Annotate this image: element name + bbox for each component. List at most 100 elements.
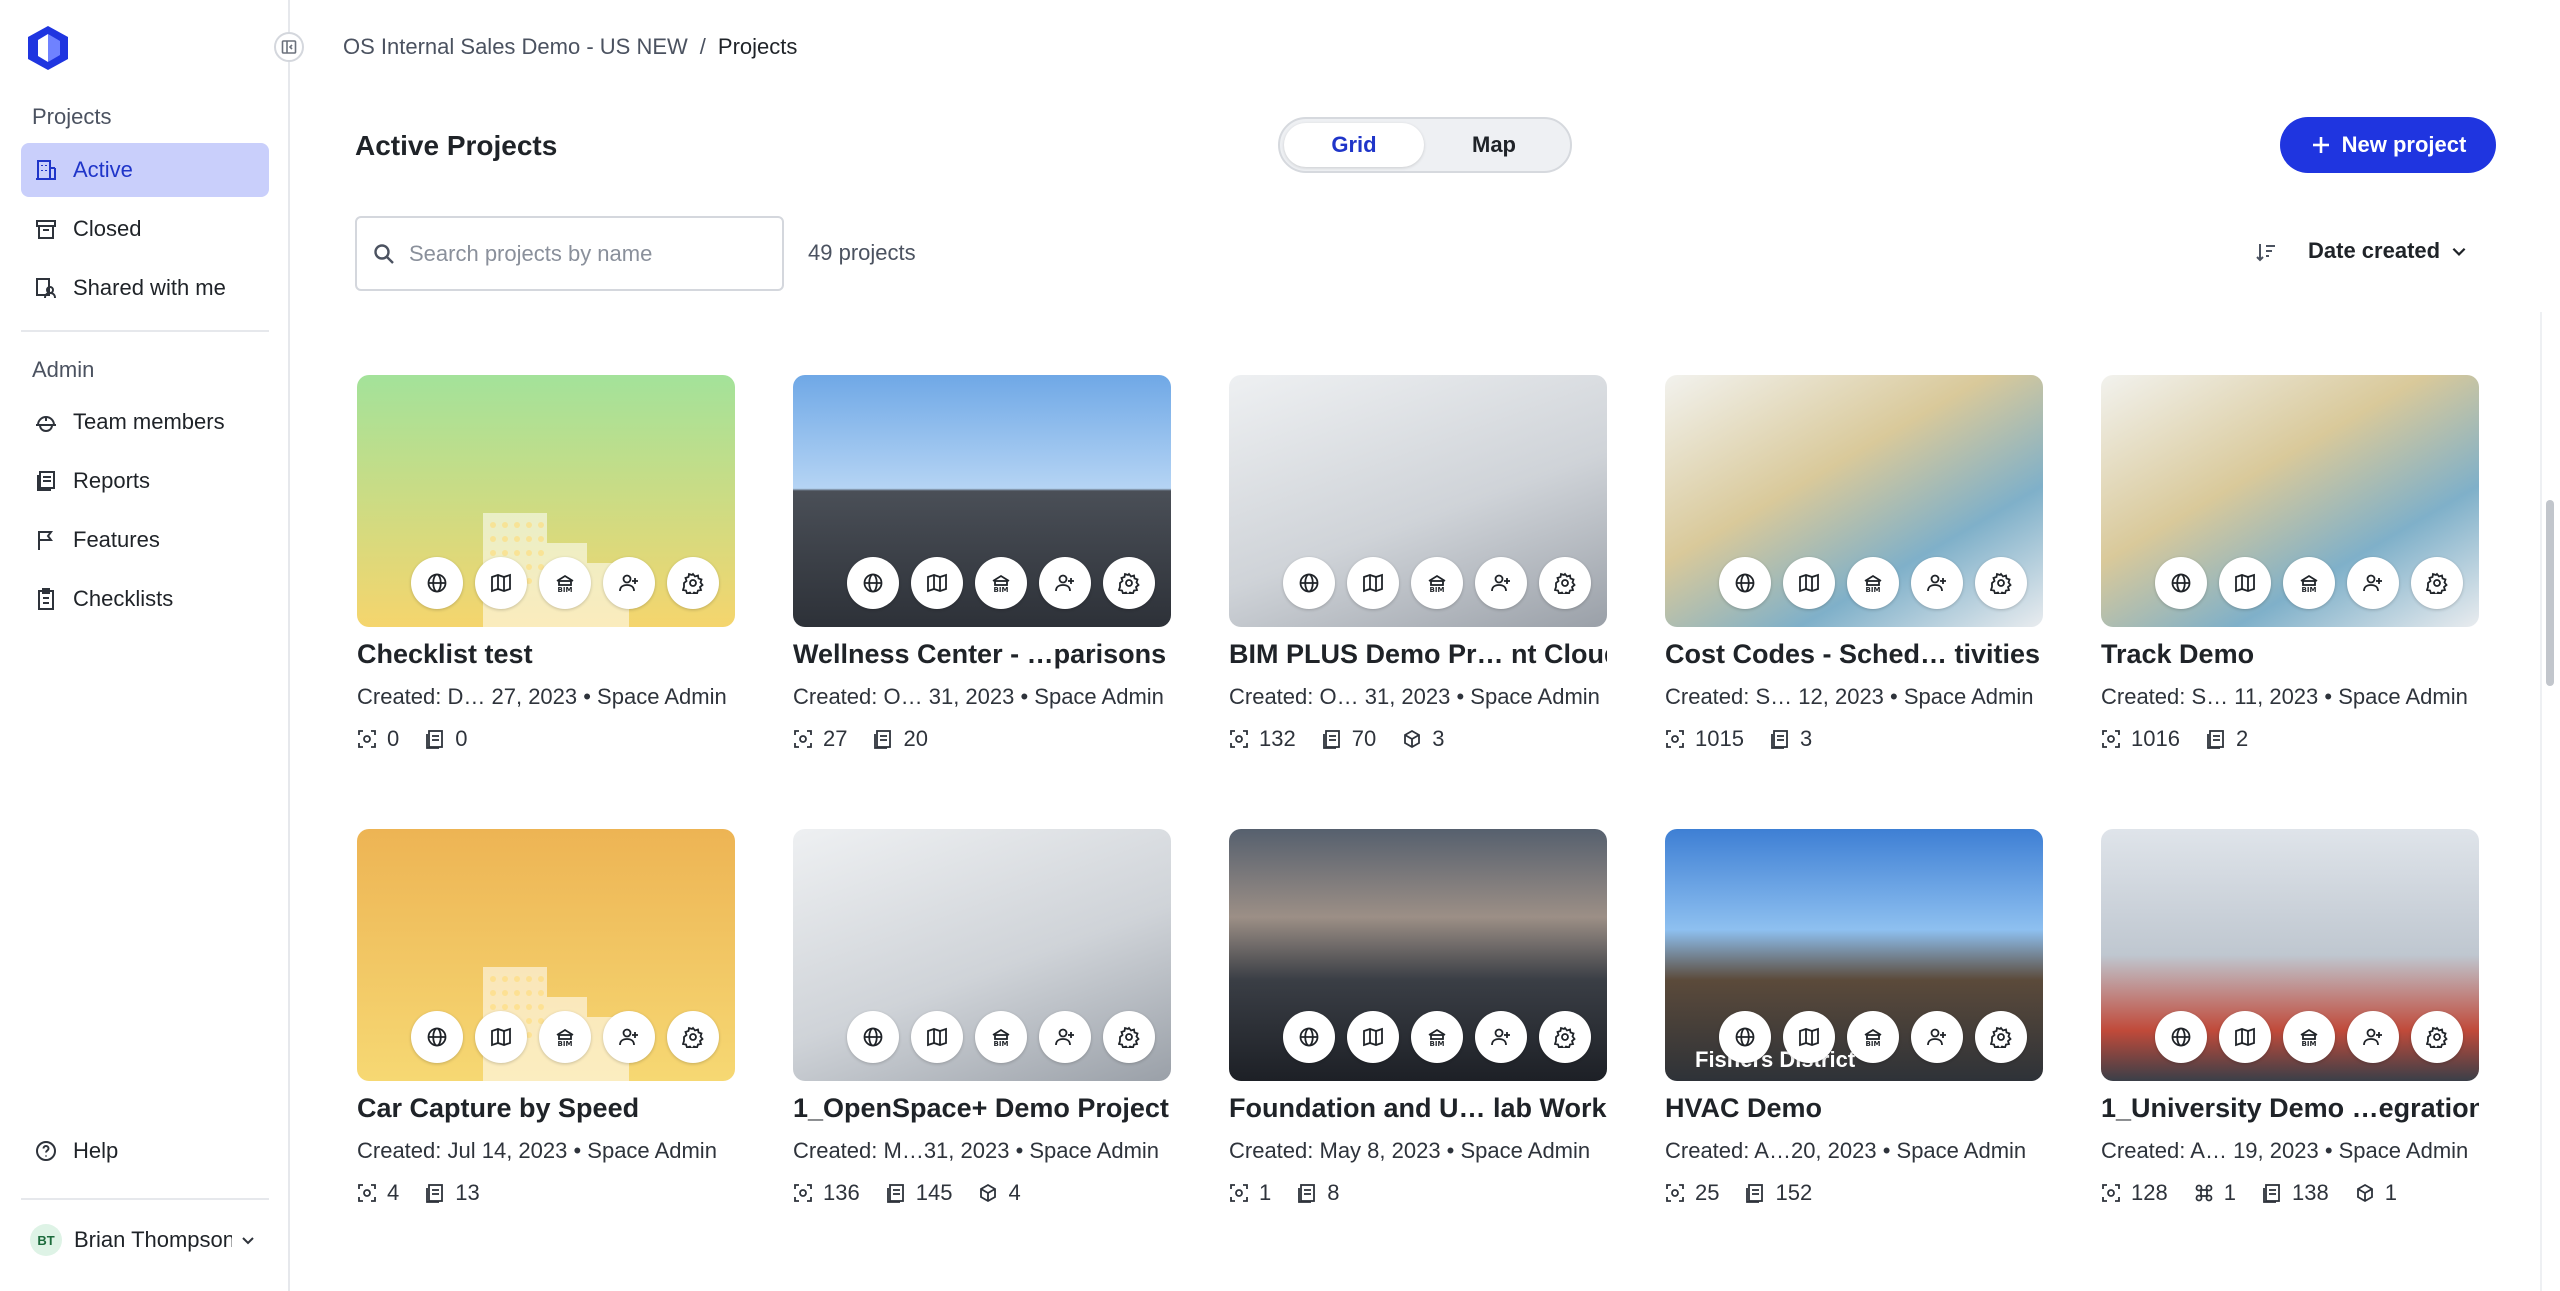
bim-button[interactable]: BIM <box>539 1011 591 1063</box>
add-user-button[interactable] <box>1475 1011 1527 1063</box>
map-button[interactable] <box>911 1011 963 1063</box>
project-thumbnail[interactable]: BIM <box>1229 375 1607 627</box>
settings-button[interactable] <box>1539 557 1591 609</box>
settings-button[interactable] <box>1539 1011 1591 1063</box>
project-title[interactable]: BIM PLUS Demo Pr… nt Cloud <box>1229 639 1607 670</box>
project-thumbnail[interactable]: BIM <box>357 375 735 627</box>
map-button[interactable] <box>2219 557 2271 609</box>
project-thumbnail[interactable]: BIM <box>2101 829 2479 1081</box>
project-thumbnail[interactable]: BIM <box>2101 375 2479 627</box>
sidebar-item-features[interactable]: Features <box>21 513 269 567</box>
project-card[interactable]: BIM 1_University Demo …egration Created: A… <box>2101 829 2479 1206</box>
settings-button[interactable] <box>2411 557 2463 609</box>
globe-button[interactable] <box>2155 1011 2207 1063</box>
project-title[interactable]: Foundation and U… lab Work <box>1229 1093 1607 1124</box>
add-user-button[interactable] <box>1039 557 1091 609</box>
globe-button[interactable] <box>847 1011 899 1063</box>
settings-button[interactable] <box>1103 1011 1155 1063</box>
project-card[interactable]: Fishers District BIM HVAC Demo Created: A…2… <box>1665 829 2043 1206</box>
project-title[interactable]: Wellness Center - …parisons <box>793 639 1171 670</box>
sidebar-item-reports[interactable]: Reports <box>21 454 269 508</box>
settings-button[interactable] <box>1975 557 2027 609</box>
sidebar-item-team-members[interactable]: Team members <box>21 395 269 449</box>
map-button[interactable] <box>1783 557 1835 609</box>
project-title[interactable]: 1_University Demo …egration <box>2101 1093 2479 1124</box>
sidebar-item-checklists[interactable]: Checklists <box>21 572 269 626</box>
bim-button[interactable]: BIM <box>975 557 1027 609</box>
scrollbar-thumb[interactable] <box>2546 500 2554 686</box>
settings-button[interactable] <box>667 1011 719 1063</box>
globe-button[interactable] <box>2155 557 2207 609</box>
project-card[interactable]: BIM Cost Codes - Sched… tivities Created: … <box>1665 375 2043 752</box>
project-title[interactable]: HVAC Demo <box>1665 1093 2043 1124</box>
globe-button[interactable] <box>847 557 899 609</box>
globe-button[interactable] <box>1283 1011 1335 1063</box>
map-button[interactable] <box>1347 1011 1399 1063</box>
view-map-button[interactable]: Map <box>1424 123 1564 167</box>
project-title[interactable]: Track Demo <box>2101 639 2479 670</box>
sort-dropdown[interactable]: Date created <box>2308 238 2468 264</box>
settings-button[interactable] <box>667 557 719 609</box>
add-user-button[interactable] <box>2347 557 2399 609</box>
project-thumbnail[interactable]: BIM <box>1665 375 2043 627</box>
bim-button[interactable]: BIM <box>1411 557 1463 609</box>
add-user-button[interactable] <box>2347 1011 2399 1063</box>
project-card[interactable]: BIM Checklist test Created: D… 27, 2023 • … <box>357 375 735 752</box>
project-thumbnail[interactable]: Fishers District BIM <box>1665 829 2043 1081</box>
user-menu[interactable]: BT Brian Thompson <box>30 1224 256 1256</box>
bim-button[interactable]: BIM <box>2283 557 2335 609</box>
settings-button[interactable] <box>1975 1011 2027 1063</box>
project-card[interactable]: BIM Wellness Center - …parisons Created: O… <box>793 375 1171 752</box>
new-project-button[interactable]: New project <box>2280 117 2496 173</box>
project-card[interactable]: BIM 1_OpenSpace+ Demo Project Created: M…3… <box>793 829 1171 1206</box>
map-button[interactable] <box>475 557 527 609</box>
globe-button[interactable] <box>1719 557 1771 609</box>
map-button[interactable] <box>475 1011 527 1063</box>
bim-button[interactable]: BIM <box>1411 1011 1463 1063</box>
openspace-logo-icon[interactable] <box>26 24 70 72</box>
bim-button[interactable]: BIM <box>975 1011 1027 1063</box>
add-user-button[interactable] <box>1039 1011 1091 1063</box>
globe-button[interactable] <box>411 1011 463 1063</box>
map-button[interactable] <box>911 557 963 609</box>
add-user-button[interactable] <box>603 1011 655 1063</box>
help-link[interactable]: Help <box>21 1124 269 1178</box>
globe-button[interactable] <box>411 557 463 609</box>
map-button[interactable] <box>1347 557 1399 609</box>
bim-button[interactable]: BIM <box>539 557 591 609</box>
project-title[interactable]: Car Capture by Speed <box>357 1093 735 1124</box>
bim-button[interactable]: BIM <box>2283 1011 2335 1063</box>
sidebar-item-shared[interactable]: Shared with me <box>21 261 269 315</box>
collapse-sidebar-button[interactable] <box>274 32 304 62</box>
sidebar-item-closed[interactable]: Closed <box>21 202 269 256</box>
project-card[interactable]: BIM Car Capture by Speed Created: Jul 14, … <box>357 829 735 1206</box>
breadcrumb-org[interactable]: OS Internal Sales Demo - US NEW <box>343 34 688 60</box>
globe-button[interactable] <box>1283 557 1335 609</box>
map-button[interactable] <box>2219 1011 2271 1063</box>
view-grid-button[interactable]: Grid <box>1284 123 1424 167</box>
search-input[interactable] <box>409 240 769 267</box>
map-button[interactable] <box>1783 1011 1835 1063</box>
bim-button[interactable]: BIM <box>1847 557 1899 609</box>
project-thumbnail[interactable]: BIM <box>793 829 1171 1081</box>
project-card[interactable]: BIM Foundation and U… lab Work Created: Ma… <box>1229 829 1607 1206</box>
settings-button[interactable] <box>2411 1011 2463 1063</box>
globe-button[interactable] <box>1719 1011 1771 1063</box>
sort-direction-icon[interactable] <box>2254 240 2278 264</box>
project-title[interactable]: Checklist test <box>357 639 735 670</box>
bim-button[interactable]: BIM <box>1847 1011 1899 1063</box>
project-card[interactable]: BIM Track Demo Created: S… 11, 2023 • Spac… <box>2101 375 2479 752</box>
project-card[interactable]: BIM BIM PLUS Demo Pr… nt Cloud Created: O…… <box>1229 375 1607 752</box>
project-title[interactable]: 1_OpenSpace+ Demo Project <box>793 1093 1171 1124</box>
project-thumbnail[interactable]: BIM <box>793 375 1171 627</box>
sidebar-item-active[interactable]: Active <box>21 143 269 197</box>
add-user-button[interactable] <box>1911 557 1963 609</box>
project-title[interactable]: Cost Codes - Sched… tivities <box>1665 639 2043 670</box>
project-thumbnail[interactable]: BIM <box>357 829 735 1081</box>
add-user-button[interactable] <box>603 557 655 609</box>
settings-button[interactable] <box>1103 557 1155 609</box>
add-user-button[interactable] <box>1911 1011 1963 1063</box>
add-user-button[interactable] <box>1475 557 1527 609</box>
project-thumbnail[interactable]: BIM <box>1229 829 1607 1081</box>
card-actions: BIM <box>1719 1011 2027 1063</box>
